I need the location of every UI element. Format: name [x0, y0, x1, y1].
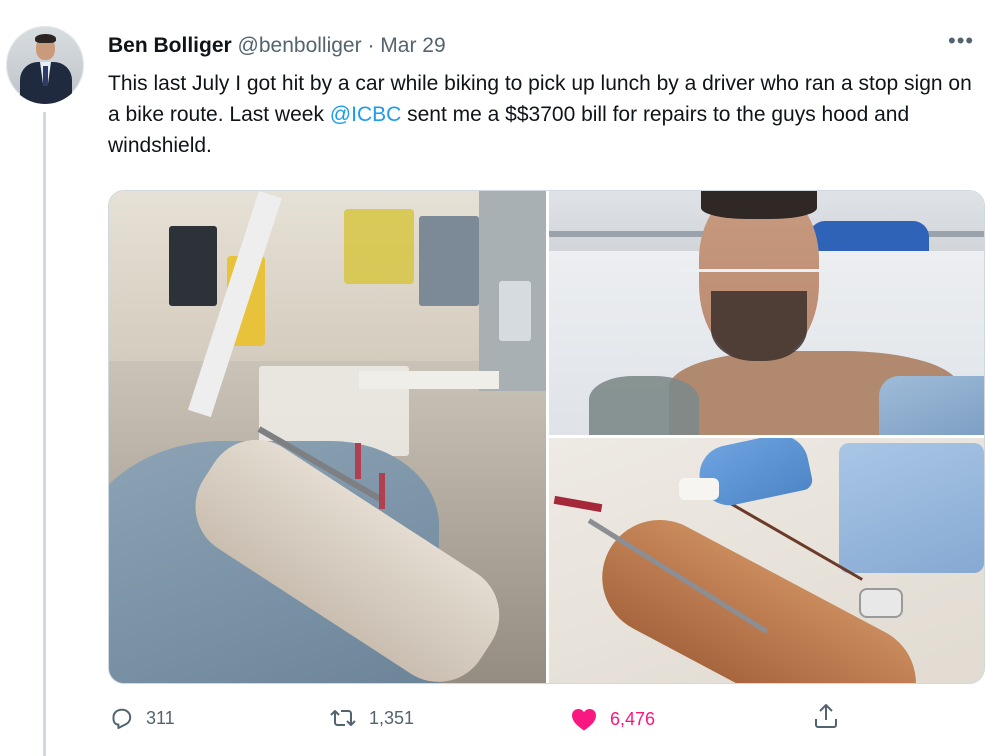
author-name[interactable]: Ben Bolliger: [108, 34, 232, 57]
media-grid: [108, 190, 985, 684]
action-bar: 311 1,351 6,476: [0, 700, 988, 740]
photo-surgical-arm[interactable]: [549, 438, 984, 683]
tweet-text: This last July I got hit by a car while …: [108, 68, 978, 161]
separator: ·: [367, 34, 375, 57]
retweet-icon: [330, 710, 356, 726]
blue-drape: [839, 443, 984, 573]
tweet-date[interactable]: Mar 29: [380, 34, 445, 57]
reply-count: 311: [146, 707, 175, 728]
more-icon[interactable]: •••: [948, 28, 974, 54]
keypad: [499, 281, 531, 341]
thread-line: [43, 112, 46, 756]
retweet-count: 1,351: [369, 707, 415, 728]
author-handle[interactable]: @benbolliger: [238, 34, 362, 57]
wall-panel: [419, 216, 479, 306]
reply-button[interactable]: 311: [110, 706, 175, 730]
gauze: [679, 478, 719, 500]
counter: [359, 371, 499, 389]
tweet-header: Ben Bolliger @benbolliger · Mar 29: [108, 34, 446, 58]
avatar-tie: [43, 66, 48, 86]
avatar[interactable]: [6, 26, 84, 104]
gown: [879, 376, 984, 435]
sharps-box: [344, 209, 414, 284]
share-button[interactable]: [813, 702, 839, 730]
photo-hospital-selfie[interactable]: [549, 191, 984, 435]
reply-icon: [112, 708, 132, 729]
mention-link[interactable]: @ICBC: [330, 103, 402, 126]
fixator-pin: [379, 473, 385, 509]
like-button[interactable]: 6,476: [570, 706, 655, 732]
heart-icon: [572, 709, 596, 731]
nasal-cannula: [679, 269, 829, 272]
hair: [701, 191, 817, 219]
beard: [711, 291, 807, 361]
drain-bulb: [859, 588, 903, 618]
retweet-button[interactable]: 1,351: [329, 706, 414, 730]
monitor: [169, 226, 217, 306]
share-icon: [815, 704, 837, 728]
tattoo-arm: [589, 376, 699, 435]
fixator-pin: [355, 443, 361, 479]
avatar-hair: [35, 34, 56, 43]
like-count: 6,476: [610, 708, 656, 729]
photo-arm-fixator[interactable]: [109, 191, 546, 683]
